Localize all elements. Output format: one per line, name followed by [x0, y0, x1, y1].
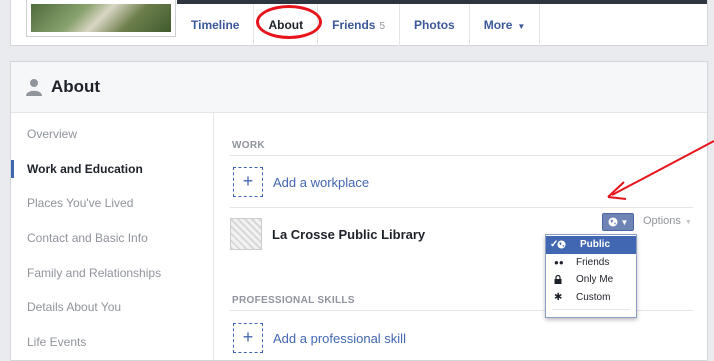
tab-label: More	[483, 18, 513, 32]
tab-friends[interactable]: Friends 5	[318, 4, 401, 46]
sidebar-item-contact[interactable]: Contact and Basic Info	[11, 221, 213, 256]
privacy-option-friends[interactable]: ●● Friends	[546, 254, 636, 272]
options-label: Options	[643, 215, 681, 227]
workplace-name[interactable]: La Crosse Public Library	[272, 227, 425, 242]
about-header: About	[11, 62, 707, 113]
plus-icon: +	[233, 167, 263, 197]
about-sidebar: Overview Work and Education Places You'v…	[11, 113, 214, 360]
tab-timeline[interactable]: Timeline	[177, 4, 255, 46]
sidebar-item-places[interactable]: Places You've Lived	[11, 186, 213, 221]
gear-icon: ✱	[554, 292, 563, 304]
privacy-dropdown: ✓ Public ●● Friends Only Me ✱ Custom	[545, 234, 637, 318]
profile-tabs: Timeline About Friends 5 Photos More ▼	[177, 4, 541, 46]
add-workplace-label: Add a workplace	[273, 174, 370, 190]
chevron-down-icon: ▼	[620, 217, 629, 227]
plus-icon: +	[233, 323, 263, 353]
profile-header: Timeline About Friends 5 Photos More ▼	[10, 0, 708, 46]
lock-icon	[554, 275, 562, 285]
tab-photos[interactable]: Photos	[400, 4, 470, 46]
divider	[230, 207, 693, 208]
sidebar-item-work-education[interactable]: Work and Education	[11, 152, 213, 187]
sidebar-item-family[interactable]: Family and Relationships	[11, 256, 213, 291]
options-button[interactable]: Options ▼	[643, 215, 692, 227]
privacy-selector-button[interactable]: ▼	[602, 213, 634, 231]
friends-count: 5	[379, 21, 386, 32]
divider	[230, 155, 693, 156]
sidebar-item-overview[interactable]: Overview	[11, 117, 213, 152]
privacy-option-label: Only Me	[576, 274, 614, 286]
profile-cover-thumbnail[interactable]	[27, 0, 175, 36]
privacy-option-label: Custom	[576, 292, 611, 304]
globe-icon	[608, 217, 618, 227]
workplace-entry[interactable]: La Crosse Public Library	[230, 218, 425, 250]
skills-section-label: PROFESSIONAL SKILLS	[232, 295, 355, 306]
add-skill-label: Add a professional skill	[273, 330, 406, 346]
friends-icon: ●●	[554, 257, 564, 267]
workplace-thumbnail	[230, 218, 262, 250]
tab-more[interactable]: More ▼	[470, 4, 541, 46]
sidebar-item-details[interactable]: Details About You	[11, 290, 213, 325]
privacy-option-custom[interactable]: ✱ Custom	[546, 289, 636, 307]
add-skill-button[interactable]: + Add a professional skill	[233, 323, 406, 353]
tab-label: Friends	[332, 18, 376, 32]
add-workplace-button[interactable]: + Add a workplace	[233, 167, 369, 197]
privacy-option-public[interactable]: ✓ Public	[546, 236, 636, 254]
globe-icon	[557, 240, 566, 249]
chevron-down-icon: ▼	[684, 219, 692, 226]
annotation-circle	[256, 5, 322, 39]
tab-label: Timeline	[191, 18, 240, 32]
person-icon	[26, 79, 42, 96]
privacy-option-only-me[interactable]: Only Me	[546, 271, 636, 289]
privacy-option-label: Public	[580, 239, 611, 250]
chevron-down-icon: ▼	[517, 22, 526, 31]
privacy-option-label: Friends	[576, 256, 610, 268]
tab-label: Photos	[414, 18, 455, 32]
divider	[552, 308, 630, 310]
page-title: About	[51, 77, 101, 96]
work-section-label: WORK	[232, 140, 265, 151]
sidebar-item-life-events[interactable]: Life Events	[11, 325, 213, 360]
